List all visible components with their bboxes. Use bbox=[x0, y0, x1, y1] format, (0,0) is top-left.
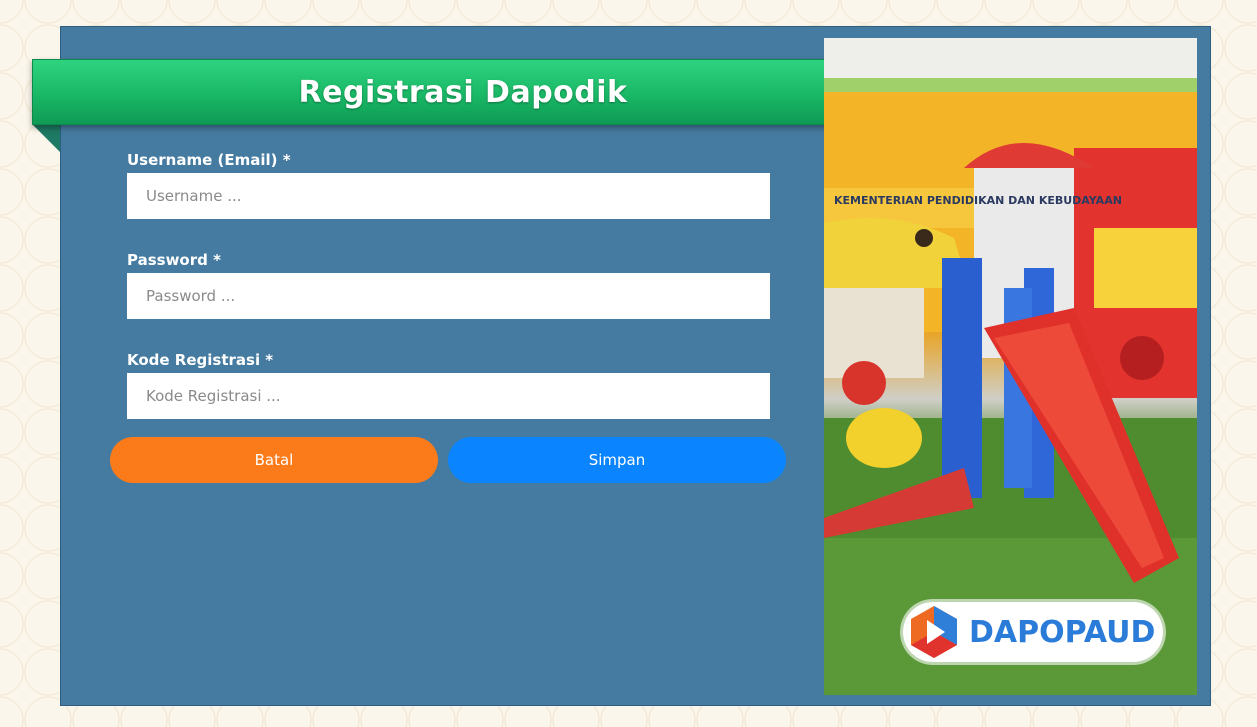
dapopaud-logo: DAPOPAUD bbox=[903, 602, 1163, 662]
registration-code-label: Kode Registrasi * bbox=[127, 351, 274, 369]
registration-code-input[interactable] bbox=[127, 373, 770, 419]
playground-illustration bbox=[824, 38, 1197, 695]
title-ribbon: Registrasi Dapodik bbox=[32, 59, 894, 125]
page-title: Registrasi Dapodik bbox=[298, 74, 628, 110]
cancel-button[interactable]: Batal bbox=[110, 437, 438, 483]
username-input[interactable] bbox=[127, 173, 770, 219]
ribbon-fold bbox=[32, 124, 60, 152]
password-label: Password * bbox=[127, 251, 221, 269]
password-input[interactable] bbox=[127, 273, 770, 319]
banner-text: KEMENTERIAN PENDIDIKAN DAN KEBUDAYAAN bbox=[834, 194, 1122, 207]
playground-photo: KEMENTERIAN PENDIDIKAN DAN KEBUDAYAAN bbox=[824, 38, 1197, 695]
play-hexagon-icon bbox=[911, 606, 957, 658]
logo-text: DAPOPAUD bbox=[969, 614, 1156, 650]
username-label: Username (Email) * bbox=[127, 151, 291, 169]
save-button[interactable]: Simpan bbox=[448, 437, 786, 483]
